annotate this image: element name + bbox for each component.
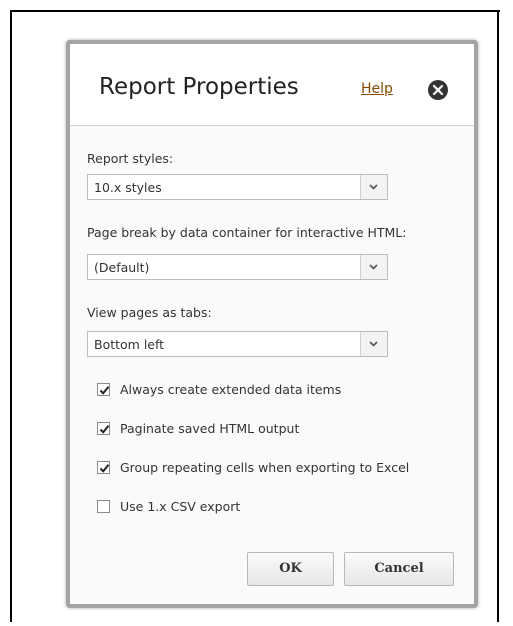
ok-button[interactable]: OK <box>247 552 334 586</box>
page-break-select[interactable]: (Default) <box>87 254 388 280</box>
report-styles-label: Report styles: <box>87 151 174 166</box>
cancel-button[interactable]: Cancel <box>344 552 454 586</box>
option-label: Use 1.x CSV export <box>120 499 241 514</box>
view-pages-label: View pages as tabs: <box>87 305 212 320</box>
checkbox-checked[interactable] <box>97 422 110 435</box>
chevron-down-icon[interactable] <box>360 175 387 199</box>
dialog-title: Report Properties <box>99 74 299 100</box>
report-properties-dialog: Report Properties Help Report styles: 10… <box>66 40 478 608</box>
window-frame-top <box>10 10 500 12</box>
chevron-down-icon[interactable] <box>360 332 387 356</box>
window-frame-left <box>10 10 12 622</box>
page-break-value: (Default) <box>94 260 150 275</box>
close-icon[interactable] <box>428 80 448 100</box>
window-frame-right <box>497 10 499 622</box>
option-label: Paginate saved HTML output <box>120 421 300 436</box>
option-label: Always create extended data items <box>120 382 342 397</box>
chevron-down-icon[interactable] <box>360 255 387 279</box>
view-pages-value: Bottom left <box>94 337 165 352</box>
checkbox-checked[interactable] <box>97 461 110 474</box>
report-styles-value: 10.x styles <box>94 180 162 195</box>
view-pages-select[interactable]: Bottom left <box>87 331 388 357</box>
checkbox[interactable] <box>97 500 110 513</box>
page-break-label: Page break by data container for interac… <box>87 225 407 240</box>
report-styles-select[interactable]: 10.x styles <box>87 174 388 200</box>
checkbox-checked[interactable] <box>97 383 110 396</box>
help-link[interactable]: Help <box>361 81 393 97</box>
dialog-header: Report Properties Help <box>70 44 474 126</box>
option-label: Group repeating cells when exporting to … <box>120 460 410 475</box>
